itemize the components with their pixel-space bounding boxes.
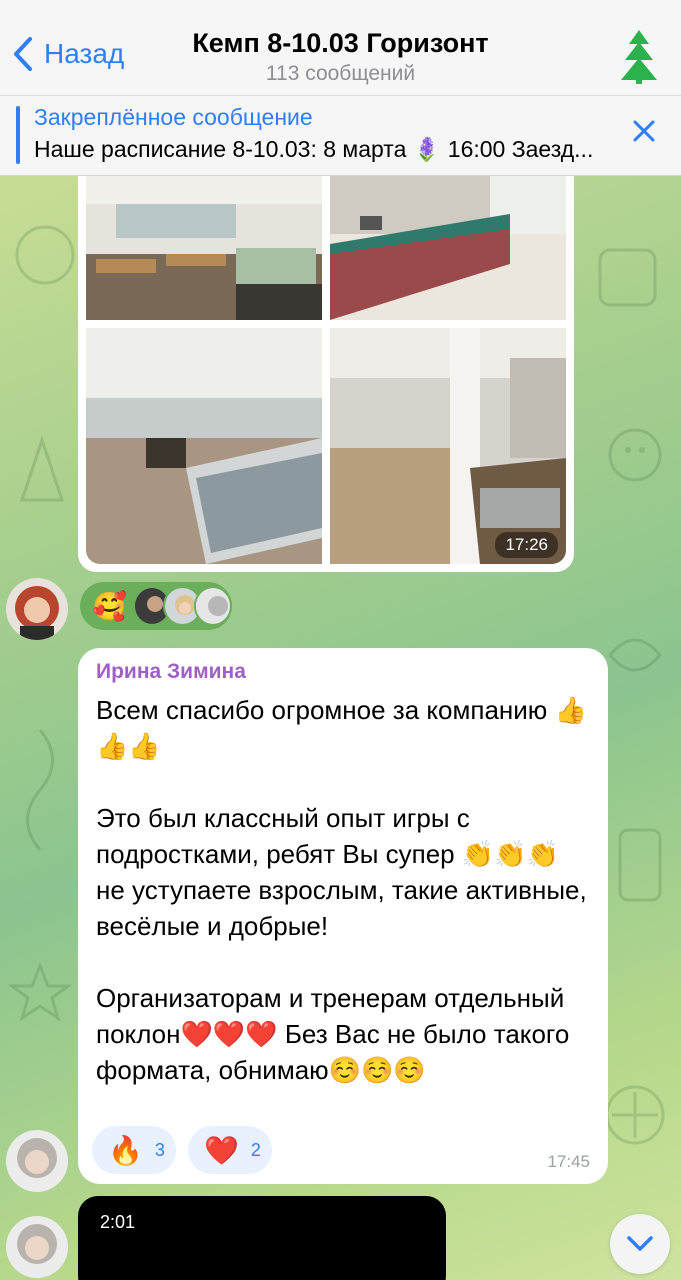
video-duration: 2:01	[100, 1212, 136, 1232]
photo-cafeteria-4[interactable]	[330, 328, 566, 564]
chat-header: Назад Кемп 8-10.03 Горизонт 113 сообщени…	[0, 0, 681, 96]
pinned-message[interactable]: Закреплённое сообщение Наше расписание 8…	[0, 96, 681, 176]
video-message[interactable]: 2:01	[78, 1196, 446, 1280]
group-avatar-tree-icon[interactable]	[619, 28, 659, 86]
photo-cafeteria-1[interactable]	[86, 174, 322, 320]
avatar	[193, 586, 232, 626]
reaction-emoji: 🔥	[108, 1134, 143, 1166]
chevron-down-icon	[627, 1236, 653, 1251]
reaction-fire-button[interactable]: 🔥 3	[92, 1126, 176, 1174]
scroll-down-button[interactable]	[610, 1214, 670, 1274]
avatar[interactable]	[6, 1130, 68, 1192]
sender-name[interactable]: Ирина Зимина	[96, 660, 590, 684]
close-icon[interactable]	[631, 118, 657, 144]
text-message[interactable]: Ирина Зимина Всем спасибо огромное за ко…	[78, 648, 608, 1184]
album-timestamp: 17:26	[495, 532, 558, 558]
reaction-heart-button[interactable]: ❤️ 2	[188, 1126, 272, 1174]
pinned-text: Наше расписание 8-10.03: 8 марта 🪻 16:00…	[34, 136, 594, 162]
message-text: Всем спасибо огромное за компанию 👍👍👍 Эт…	[96, 695, 587, 1085]
avatar[interactable]	[6, 578, 68, 640]
photo-album-message[interactable]: 17:26	[78, 150, 574, 572]
reaction-count: 2	[250, 1139, 261, 1160]
album-reactions[interactable]: 🥰	[80, 582, 232, 630]
photo-cafeteria-2[interactable]	[330, 174, 566, 320]
reaction-emoji: ❤️	[204, 1134, 239, 1166]
chat-title[interactable]: Кемп 8-10.03 Горизонт	[0, 28, 681, 59]
avatar[interactable]	[6, 1216, 68, 1278]
reaction-count: 3	[154, 1139, 165, 1160]
reaction-emoji: 🥰	[92, 590, 127, 622]
message-timestamp: 17:45	[547, 1152, 590, 1171]
pinned-indicator	[16, 106, 20, 164]
photo-cafeteria-3[interactable]	[86, 328, 322, 564]
pinned-label: Закреплённое сообщение	[34, 104, 313, 130]
message-count: 113 сообщений	[265, 62, 416, 85]
